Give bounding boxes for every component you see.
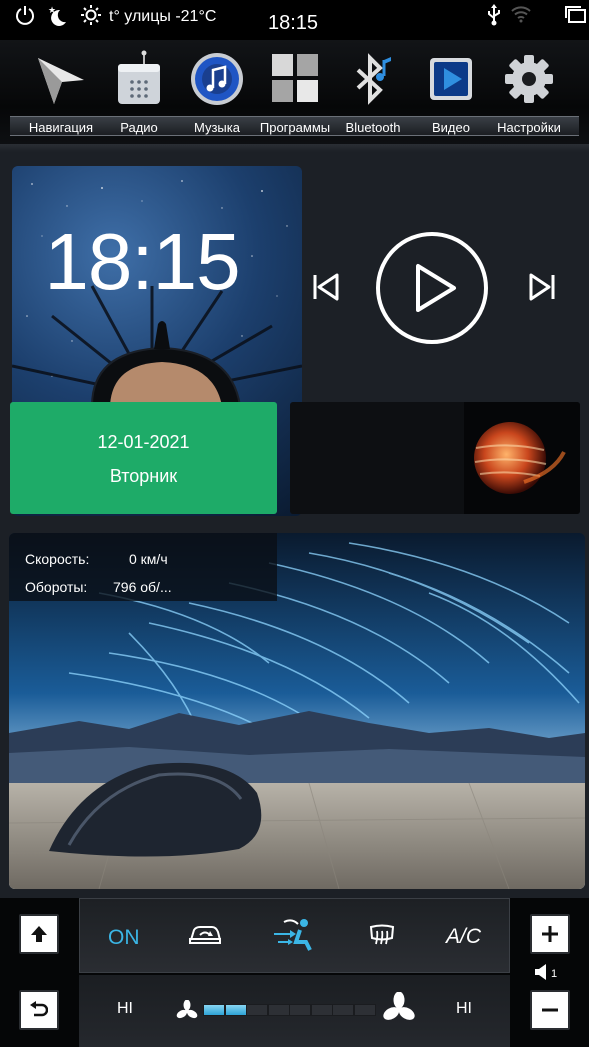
clock-time: 18:15 bbox=[44, 217, 240, 306]
navigation-arrow-icon bbox=[32, 50, 90, 108]
album-art bbox=[464, 402, 580, 514]
app-label: Навигация bbox=[28, 120, 94, 135]
previous-track-icon[interactable] bbox=[308, 270, 342, 304]
ac-button[interactable]: A/C bbox=[446, 925, 481, 949]
app-programs[interactable]: Программы bbox=[256, 40, 334, 140]
apps-grid-icon bbox=[266, 50, 324, 108]
next-track-icon[interactable] bbox=[526, 270, 560, 304]
app-launcher: Навигация Радио Музыка Программы Bluetoo… bbox=[0, 40, 589, 152]
speed-value: 0 км/ч bbox=[129, 551, 168, 567]
recirculation-icon[interactable] bbox=[188, 922, 222, 953]
left-fan-label[interactable]: HI bbox=[117, 1000, 133, 1018]
outside-temperature: t° улицы -21°C bbox=[109, 8, 217, 25]
home-up-button[interactable] bbox=[19, 914, 59, 954]
speed-label: Скорость: bbox=[25, 551, 90, 567]
gear-icon bbox=[500, 50, 558, 108]
app-label: Радио bbox=[120, 120, 158, 135]
app-radio[interactable]: Радио bbox=[100, 40, 178, 140]
climate-power-button[interactable]: ON bbox=[108, 926, 140, 950]
usb-icon bbox=[485, 4, 503, 31]
svg-text:★: ★ bbox=[48, 6, 56, 16]
app-label: Bluetooth bbox=[345, 120, 401, 135]
fan-speed-bar[interactable] bbox=[203, 1004, 376, 1016]
launcher-divider bbox=[0, 144, 589, 152]
radio-icon bbox=[110, 50, 168, 108]
arrow-up-icon bbox=[31, 926, 47, 942]
now-playing-strip[interactable] bbox=[290, 402, 580, 514]
vehicle-stats-panel: Скорость: 0 км/ч Обороты: 796 об/... bbox=[9, 533, 277, 601]
person-silhouette bbox=[90, 321, 242, 406]
speaker-icon bbox=[534, 964, 548, 985]
airflow-mode-icon[interactable] bbox=[270, 918, 316, 957]
app-bluetooth[interactable]: Bluetooth bbox=[334, 40, 412, 140]
date-card[interactable]: 12-01-2021 Вторник bbox=[10, 402, 277, 514]
fan-speed-segment[interactable] bbox=[203, 1004, 225, 1016]
app-label: Программы bbox=[259, 120, 331, 135]
brightness-icon[interactable] bbox=[80, 4, 102, 31]
recent-apps-icon[interactable] bbox=[565, 6, 587, 29]
app-music[interactable]: Музыка bbox=[178, 40, 256, 140]
volume-up-button[interactable] bbox=[530, 914, 570, 954]
app-label: Настройки bbox=[497, 120, 561, 135]
right-fan-label[interactable]: HI bbox=[456, 1000, 472, 1018]
app-label: Видео bbox=[432, 120, 470, 135]
app-navigation[interactable]: Навигация bbox=[22, 40, 100, 140]
fan-speed-segment[interactable] bbox=[224, 1004, 247, 1016]
back-arrow-icon bbox=[30, 1001, 48, 1017]
fan-speed-segment[interactable] bbox=[310, 1004, 333, 1016]
app-settings[interactable]: Настройки bbox=[490, 40, 568, 140]
back-button[interactable] bbox=[19, 990, 59, 1030]
app-video[interactable]: Видео bbox=[412, 40, 490, 140]
fan-speed-segment[interactable] bbox=[246, 1004, 268, 1016]
status-clock: 18:15 bbox=[268, 12, 319, 34]
music-note-icon bbox=[188, 50, 246, 108]
power-icon[interactable] bbox=[14, 4, 36, 31]
fan-speed-segment[interactable] bbox=[332, 1004, 354, 1016]
app-label: Музыка bbox=[194, 120, 240, 135]
play-icon[interactable] bbox=[374, 230, 490, 346]
date-text: 12-01-2021 bbox=[97, 432, 190, 452]
minus-icon bbox=[542, 1008, 558, 1012]
fan-speed-segment[interactable] bbox=[289, 1004, 311, 1016]
climate-panel bbox=[0, 898, 589, 1047]
music-player-controls bbox=[300, 230, 580, 350]
vehicle-info-widget[interactable]: Скорость: 0 км/ч Обороты: 796 об/... bbox=[9, 533, 585, 889]
rear-defrost-icon[interactable] bbox=[368, 924, 396, 951]
fan-speed-segment[interactable] bbox=[353, 1004, 376, 1016]
weekday-text: Вторник bbox=[109, 466, 178, 486]
plus-icon bbox=[542, 926, 558, 942]
volume-down-button[interactable] bbox=[530, 990, 570, 1030]
status-bar: ★ t° улицы -21°C 18:15 bbox=[0, 0, 589, 40]
night-mode-icon[interactable]: ★ bbox=[46, 4, 70, 33]
volume-level: 1 bbox=[551, 968, 558, 980]
video-play-icon bbox=[422, 50, 480, 108]
fan-speed-segment[interactable] bbox=[267, 1004, 290, 1016]
fan-low-icon[interactable] bbox=[176, 999, 198, 1027]
rpm-value: 796 об/... bbox=[113, 579, 172, 595]
wifi-icon bbox=[511, 5, 531, 28]
rpm-label: Обороты: bbox=[25, 579, 88, 595]
bluetooth-icon bbox=[344, 50, 402, 108]
fan-high-icon[interactable] bbox=[382, 991, 416, 1031]
